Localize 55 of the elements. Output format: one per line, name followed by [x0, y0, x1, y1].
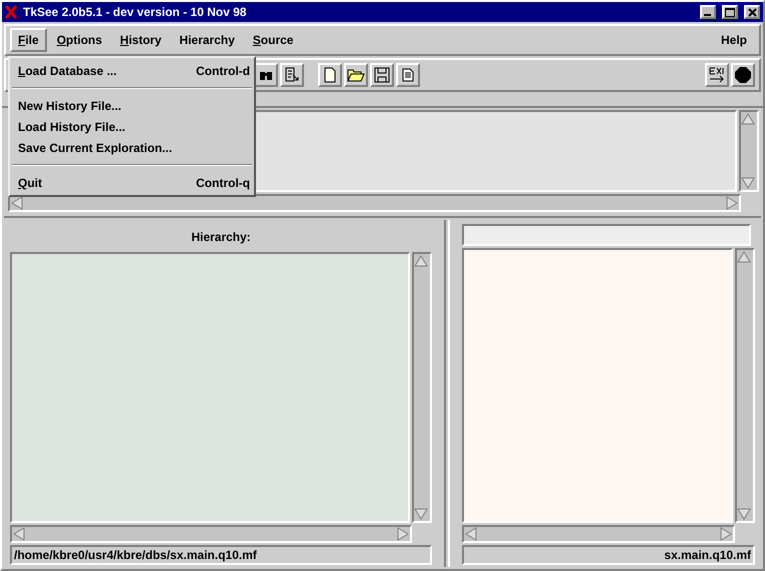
scroll-up-arrow[interactable]: [737, 250, 751, 264]
scroll-left-arrow[interactable]: [10, 196, 24, 210]
pane-title: Hierarchy:: [190, 229, 252, 246]
menu-item[interactable]: File: [10, 28, 47, 52]
horizontal-scrollbar[interactable]: [8, 194, 741, 212]
scroll-up-arrow[interactable]: [741, 112, 755, 126]
open-button[interactable]: [344, 63, 368, 87]
folder-icon: [347, 68, 365, 82]
horizontal-scrollbar[interactable]: [462, 525, 735, 543]
minimize-button[interactable]: [700, 5, 716, 19]
menu-item[interactable]: Hierarchy: [171, 28, 243, 52]
menu-entry[interactable]: Quit Control-q: [10, 172, 254, 193]
scroll-left-arrow[interactable]: [12, 527, 26, 541]
stop-button[interactable]: [731, 63, 755, 87]
menu-item[interactable]: Source: [244, 28, 302, 52]
input-field[interactable]: [462, 224, 751, 246]
exit-arrow-icon: [708, 66, 726, 84]
binoculars-icon: [259, 69, 273, 81]
close-button[interactable]: [744, 5, 760, 19]
maximize-icon: [725, 8, 735, 16]
scroll-down-arrow[interactable]: [414, 507, 428, 521]
menu-entry[interactable]: Load Database ... Control-d: [10, 60, 254, 81]
edit-button[interactable]: [280, 63, 304, 87]
exit-button[interactable]: [705, 63, 729, 87]
document-arrow-icon: [284, 67, 300, 83]
menu-item[interactable]: Options: [48, 28, 110, 52]
horizontal-scrollbar[interactable]: [10, 525, 412, 543]
save-button[interactable]: [370, 63, 394, 87]
vertical-scrollbar[interactable]: [412, 252, 432, 523]
menu-entry[interactable]: Save Current Exploration...: [10, 137, 254, 158]
vertical-scrollbar[interactable]: [739, 110, 759, 192]
x-logo-icon: [5, 5, 17, 19]
document-button[interactable]: [396, 63, 420, 87]
document-icon: [402, 68, 414, 82]
status-field: sx.main.q10.mf: [462, 545, 755, 565]
menu-entry[interactable]: New History File...: [10, 95, 254, 116]
scroll-left-arrow[interactable]: [464, 527, 478, 541]
scroll-right-arrow[interactable]: [719, 527, 733, 541]
scroll-right-arrow[interactable]: [396, 527, 410, 541]
scroll-down-arrow[interactable]: [737, 507, 751, 521]
window-title: TkSee 2.0b5.1 - dev version - 10 Nov 98: [23, 5, 248, 19]
stop-sign-icon: [734, 66, 752, 84]
scroll-right-arrow[interactable]: [725, 196, 739, 210]
vertical-scrollbar[interactable]: [735, 248, 755, 523]
close-icon: [748, 8, 756, 16]
new-file-button[interactable]: [318, 63, 342, 87]
scroll-up-arrow[interactable]: [414, 254, 428, 268]
menu-item[interactable]: History: [112, 28, 170, 52]
maximize-button[interactable]: [722, 5, 738, 19]
menu-item[interactable]: Help: [712, 28, 755, 52]
binoculars-button[interactable]: [254, 63, 278, 87]
status-field: /home/kbre0/usr4/kbre/dbs/sx.main.q10.mf: [10, 545, 432, 565]
menu-entry[interactable]: Load History File...: [10, 116, 254, 137]
scroll-down-arrow[interactable]: [741, 176, 755, 190]
blank-page-icon: [324, 67, 336, 83]
